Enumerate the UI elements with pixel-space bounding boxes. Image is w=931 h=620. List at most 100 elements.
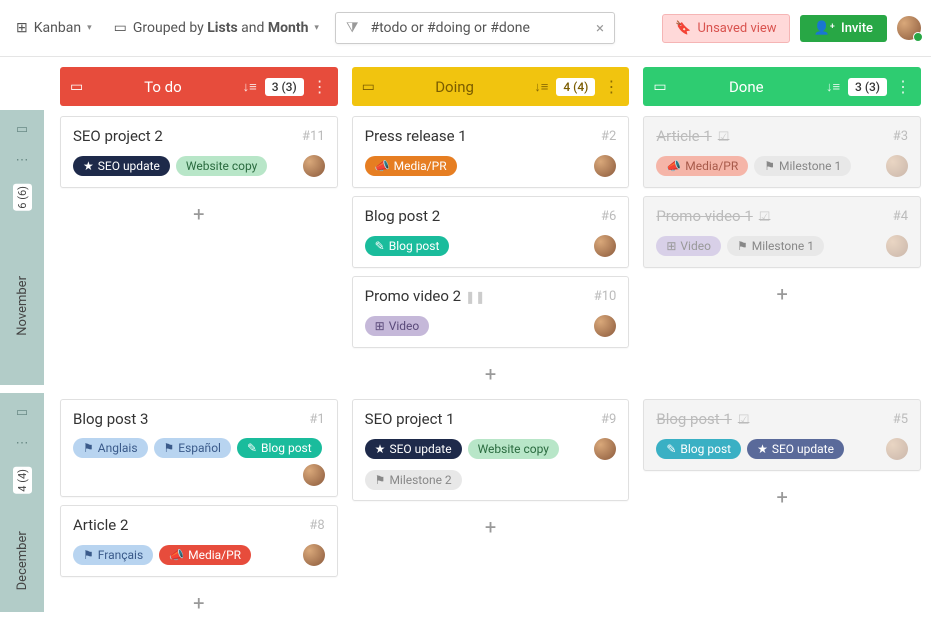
tag[interactable]: Website copy — [468, 439, 559, 459]
card[interactable]: Promo video 1☑#4⊞Video⚑Milestone 1 — [643, 196, 921, 268]
card[interactable]: Article 2 #8 ⚑Français 📣Media/PR — [60, 505, 338, 577]
tag[interactable]: ★SEO update — [73, 156, 170, 176]
tag[interactable]: ⚑Milestone 1 — [754, 156, 851, 176]
archive-icon: ▭ — [114, 20, 127, 36]
tag[interactable]: 📣Media/PR — [159, 545, 251, 565]
tag-label: Anglais — [98, 441, 138, 455]
tag[interactable]: ★SEO update — [747, 439, 844, 459]
assignee-avatar[interactable] — [303, 544, 325, 566]
tag[interactable]: ⚑Milestone 2 — [365, 470, 462, 490]
tag[interactable]: ★SEO update — [365, 439, 462, 459]
tag-icon: ⚑ — [83, 441, 94, 455]
tag[interactable]: ⚑Español — [154, 438, 231, 458]
card-title: SEO project 2 — [73, 127, 163, 145]
row-header-dec[interactable]: ▭⋯4 (4)December — [0, 393, 44, 612]
column-todo: ▭To do↓≡3 (3)⋮SEO project 2#11★SEO updat… — [60, 57, 338, 620]
tag[interactable]: 📣Media/PR — [656, 156, 748, 176]
clear-filter-button[interactable]: × — [596, 19, 604, 37]
assignee-avatar[interactable] — [886, 235, 908, 257]
tag-label: Español — [178, 441, 221, 455]
invite-button[interactable]: 👤⁺ Invite — [800, 15, 887, 42]
row-label: November — [15, 227, 30, 386]
topbar: ⊞ Kanban ▾ ▭ Grouped by Lists and Month … — [0, 0, 931, 57]
card[interactable]: Promo video 2❚❚#10⊞Video — [352, 276, 630, 348]
tag-label: Website copy — [186, 159, 257, 173]
filter-icon: ⧩ — [346, 20, 359, 36]
tag[interactable]: ⊞Video — [656, 236, 721, 256]
card-number: #3 — [893, 129, 908, 144]
column-header-todo[interactable]: ▭To do↓≡3 (3)⋮ — [60, 67, 338, 106]
tag[interactable]: ⚑Milestone 1 — [727, 236, 824, 256]
card-number: #5 — [893, 412, 908, 427]
tag-icon: ⊞ — [375, 319, 385, 333]
unsaved-view-button[interactable]: 🔖 Unsaved view — [662, 14, 789, 43]
tag-label: Video — [680, 239, 711, 253]
column-count: 3 (3) — [848, 78, 887, 96]
tag[interactable]: ✎Blog post — [365, 236, 450, 256]
archive-icon[interactable]: ▭ — [70, 79, 83, 95]
filter-input[interactable]: ⧩ #todo or #doing or #done × — [335, 12, 615, 44]
assignee-avatar[interactable] — [303, 464, 325, 486]
card[interactable]: SEO project 1#9★SEO updateWebsite copy⚑M… — [352, 399, 630, 501]
row-header-nov[interactable]: ▭⋯6 (6)November — [0, 110, 44, 385]
add-card-button[interactable]: + — [352, 509, 630, 545]
card[interactable]: Blog post 2#6✎Blog post — [352, 196, 630, 268]
more-icon[interactable]: ⋯ — [16, 436, 29, 451]
column-menu-icon[interactable]: ⋮ — [312, 77, 328, 96]
assignee-avatar[interactable] — [594, 315, 616, 337]
add-card-button[interactable]: + — [352, 356, 630, 392]
column-menu-icon[interactable]: ⋮ — [603, 77, 619, 96]
assignee-avatar[interactable] — [886, 438, 908, 460]
add-card-button[interactable]: + — [643, 276, 921, 312]
add-card-button[interactable]: + — [60, 585, 338, 620]
assignee-avatar[interactable] — [594, 235, 616, 257]
column-header-doing[interactable]: ▭Doing↓≡4 (4)⋮ — [352, 67, 630, 106]
view-switcher[interactable]: ⊞ Kanban ▾ — [10, 16, 98, 40]
tag[interactable]: 📣Media/PR — [365, 156, 457, 176]
current-user-avatar[interactable] — [897, 16, 921, 40]
cell-nov-done: Article 1☑#3📣Media/PR⚑Milestone 1Promo v… — [643, 106, 921, 389]
card-title: Promo video 2❚❚ — [365, 287, 486, 305]
card[interactable]: Blog post 3#1⚑Anglais⚑Español✎Blog post — [60, 399, 338, 497]
cell-dec-todo: Blog post 3#1⚑Anglais⚑Español✎Blog postA… — [60, 389, 338, 614]
tag[interactable]: ⚑Français — [73, 545, 153, 565]
card-title: Article 2 — [73, 516, 128, 534]
column-title: To do — [91, 78, 234, 96]
add-card-button[interactable]: + — [60, 196, 338, 232]
archive-icon[interactable]: ▭ — [362, 79, 375, 95]
group-by-switcher[interactable]: ▭ Grouped by Lists and Month ▾ — [108, 16, 325, 40]
tag-label: Milestone 2 — [389, 473, 451, 487]
sort-icon[interactable]: ↓≡ — [243, 79, 257, 95]
sort-icon[interactable]: ↓≡ — [826, 79, 840, 95]
column-title: Doing — [383, 78, 526, 96]
assignee-avatar[interactable] — [886, 155, 908, 177]
column-header-done[interactable]: ▭Done↓≡3 (3)⋮ — [643, 67, 921, 106]
archive-icon[interactable]: ▭ — [653, 79, 666, 95]
card-number: #2 — [601, 129, 616, 144]
tag[interactable]: ⚑ Anglais — [73, 438, 148, 458]
sort-icon[interactable]: ↓≡ — [534, 79, 548, 95]
assignee-avatar[interactable] — [594, 438, 616, 460]
caret-down-icon: ▾ — [314, 23, 319, 33]
tag-label: Website copy — [478, 442, 549, 456]
tag-label: Milestone 1 — [752, 239, 814, 253]
column-menu-icon[interactable]: ⋮ — [895, 77, 911, 96]
tag[interactable]: Website copy — [176, 156, 267, 176]
card[interactable]: Press release 1 #2 📣Media/PR — [352, 116, 630, 188]
card-number: #8 — [309, 518, 324, 533]
row-count: 6 (6) — [13, 184, 32, 211]
card[interactable]: Article 1☑#3📣Media/PR⚑Milestone 1 — [643, 116, 921, 188]
assignee-avatar[interactable] — [594, 155, 616, 177]
more-icon[interactable]: ⋯ — [16, 153, 29, 168]
assignee-avatar[interactable] — [303, 155, 325, 177]
card[interactable]: SEO project 2#11★SEO updateWebsite copy — [60, 116, 338, 188]
card-title: Press release 1 — [365, 127, 467, 145]
tag-label: Media/PR — [394, 159, 447, 173]
tag-icon: 📣 — [169, 548, 184, 562]
cell-nov-doing: Press release 1 #2 📣Media/PR Blog post 2#6✎… — [352, 106, 630, 389]
tag[interactable]: ⊞Video — [365, 316, 430, 336]
tag[interactable]: ✎Blog post — [237, 438, 322, 458]
tag[interactable]: ✎Blog post — [656, 439, 741, 459]
add-card-button[interactable]: + — [643, 479, 921, 515]
card[interactable]: Blog post 1☑#5✎Blog post★SEO update — [643, 399, 921, 471]
